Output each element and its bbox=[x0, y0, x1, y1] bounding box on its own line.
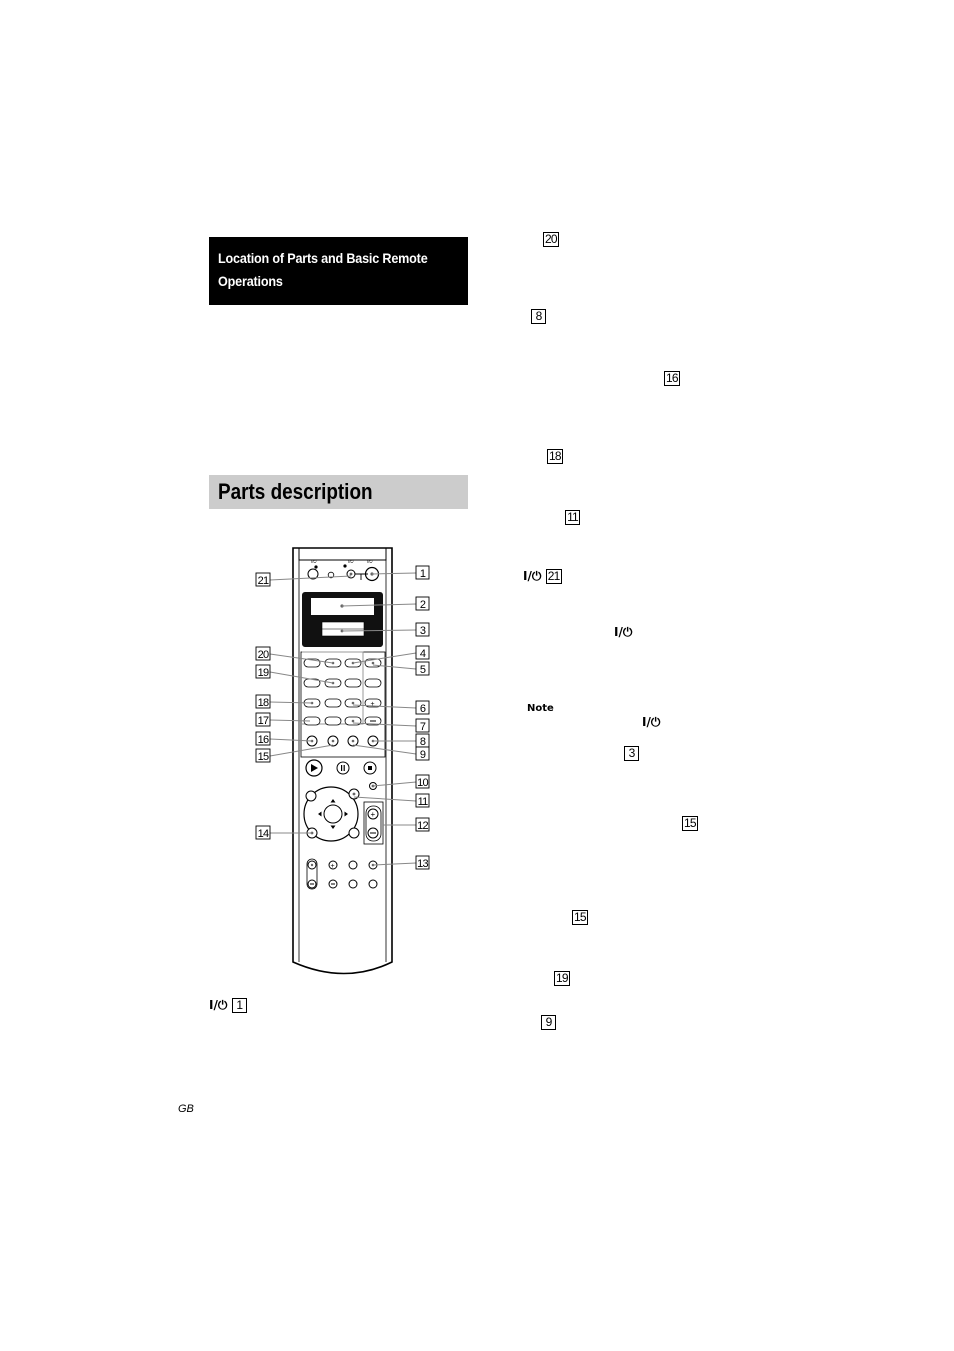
part-number-badge: 21 bbox=[545, 569, 562, 584]
power-symbol: I/⏻ bbox=[642, 715, 661, 729]
svg-text:17: 17 bbox=[258, 715, 269, 727]
callout-label-13: 13 bbox=[415, 855, 430, 870]
svg-text:8: 8 bbox=[420, 736, 426, 748]
callout-label-15: 15 bbox=[255, 748, 271, 763]
callout-label-7: 7 bbox=[415, 718, 430, 733]
power-symbol: I/⏻ bbox=[523, 569, 542, 583]
pause-button bbox=[336, 761, 350, 775]
section-title-line-1: Location of Parts and Basic Remote bbox=[218, 250, 428, 266]
callout-label-19: 19 bbox=[255, 664, 271, 679]
callout-label-18: 18 bbox=[255, 694, 271, 709]
svg-text:19: 19 bbox=[258, 667, 269, 679]
grid-button bbox=[324, 716, 342, 726]
ref-power-symbol: I/⏻ bbox=[614, 623, 632, 641]
svg-text:+: + bbox=[331, 863, 335, 870]
callout-label-2: 2 bbox=[415, 596, 430, 611]
svg-text:15: 15 bbox=[258, 751, 269, 763]
nav-enter-button bbox=[323, 804, 343, 824]
ref-15-b: 15 bbox=[572, 908, 588, 926]
parts-description-heading: Parts description bbox=[209, 475, 468, 509]
part-number-badge: 11 bbox=[565, 510, 580, 525]
callout-label-9: 9 bbox=[415, 746, 430, 761]
svg-text:12: 12 bbox=[417, 820, 428, 832]
note-power-symbol: I/⏻ bbox=[642, 713, 660, 731]
svg-text:13: 13 bbox=[417, 858, 428, 870]
grid-button bbox=[324, 698, 342, 708]
svg-text:4: 4 bbox=[420, 648, 426, 660]
callout-label-20: 20 bbox=[255, 646, 271, 661]
svg-text:18: 18 bbox=[258, 697, 269, 709]
svg-text:+: + bbox=[371, 701, 375, 708]
part-number-badge: 3 bbox=[624, 746, 639, 761]
ref-3: 3 bbox=[624, 744, 639, 762]
svg-text:16: 16 bbox=[258, 734, 269, 746]
ref-power-21: I/⏻ 21 bbox=[523, 567, 562, 585]
section-title-bar: Location of Parts and Basic Remote Opera… bbox=[209, 237, 468, 305]
svg-text:7: 7 bbox=[420, 721, 426, 733]
part-number-badge: 1 bbox=[231, 998, 247, 1013]
callout-label-10: 10 bbox=[415, 774, 430, 789]
svg-text:3: 3 bbox=[420, 625, 426, 637]
svg-text:11: 11 bbox=[418, 796, 429, 808]
callout-label-6: 6 bbox=[415, 700, 430, 715]
part-number-badge: 16 bbox=[664, 371, 680, 386]
svg-text:6: 6 bbox=[420, 703, 426, 715]
part-number-badge: 18 bbox=[547, 449, 563, 464]
ref-18: 18 bbox=[547, 447, 563, 465]
part-number-badge: 15 bbox=[682, 816, 698, 831]
callout-label-1: 1 bbox=[415, 565, 430, 580]
part-number-badge: 9 bbox=[541, 1015, 556, 1030]
callout-label-4: 4 bbox=[415, 645, 430, 660]
grid-button bbox=[344, 678, 362, 688]
svg-text:I/⏻: I/⏻ bbox=[311, 559, 317, 564]
svg-text:I/⏻: I/⏻ bbox=[367, 559, 373, 564]
svg-text:I/⏻: I/⏻ bbox=[348, 559, 354, 564]
svg-text:14: 14 bbox=[258, 828, 269, 840]
ref-8: 8 bbox=[531, 307, 546, 325]
power-button-reference: I/⏻ 1 bbox=[209, 996, 247, 1014]
callout-label-11: 11 bbox=[415, 793, 430, 808]
ref-9: 9 bbox=[541, 1013, 556, 1031]
svg-text:9: 9 bbox=[420, 749, 426, 761]
section-title-line-2: Operations bbox=[218, 273, 283, 289]
part-number-badge: 15 bbox=[572, 910, 588, 925]
power-symbol: I/⏻ bbox=[209, 998, 228, 1012]
ref-11: 11 bbox=[565, 508, 580, 526]
callout-label-17: 17 bbox=[255, 712, 271, 727]
power-symbol: I/⏻ bbox=[614, 625, 633, 639]
callout-label-5: 5 bbox=[415, 661, 430, 676]
ref-19: 19 bbox=[554, 969, 570, 987]
svg-text:+: + bbox=[371, 810, 376, 819]
navigation-pad bbox=[303, 786, 360, 842]
part-number-badge: 8 bbox=[531, 309, 546, 324]
callout-label-3: 3 bbox=[415, 622, 430, 637]
svg-text:20: 20 bbox=[258, 649, 269, 661]
heading-text: Parts description bbox=[218, 479, 373, 504]
callout-label-21: 21 bbox=[255, 572, 271, 587]
part-number-badge: 19 bbox=[554, 971, 570, 986]
grid-button bbox=[364, 678, 382, 688]
ref-20: 20 bbox=[543, 230, 559, 248]
svg-text:1: 1 bbox=[420, 568, 426, 580]
callout-label-12: 12 bbox=[415, 817, 430, 832]
ref-15-a: 15 bbox=[682, 814, 698, 832]
note-label: Note bbox=[527, 703, 554, 714]
svg-text:10: 10 bbox=[417, 777, 428, 789]
svg-text:21: 21 bbox=[258, 575, 269, 587]
page-language-marker: GB bbox=[178, 1103, 194, 1115]
power-led-left bbox=[314, 565, 318, 569]
remote-control-illustration: I/⏻ I/⏻ I/⏻ + + + 2120191817161514123456… bbox=[255, 547, 430, 975]
svg-text:5: 5 bbox=[420, 664, 426, 676]
svg-text:2: 2 bbox=[420, 599, 426, 611]
callout-label-8: 8 bbox=[415, 733, 430, 748]
callout-label-14: 14 bbox=[255, 825, 271, 840]
part-number-badge: 20 bbox=[543, 232, 559, 247]
callout-label-16: 16 bbox=[255, 731, 271, 746]
ref-16: 16 bbox=[664, 369, 680, 387]
